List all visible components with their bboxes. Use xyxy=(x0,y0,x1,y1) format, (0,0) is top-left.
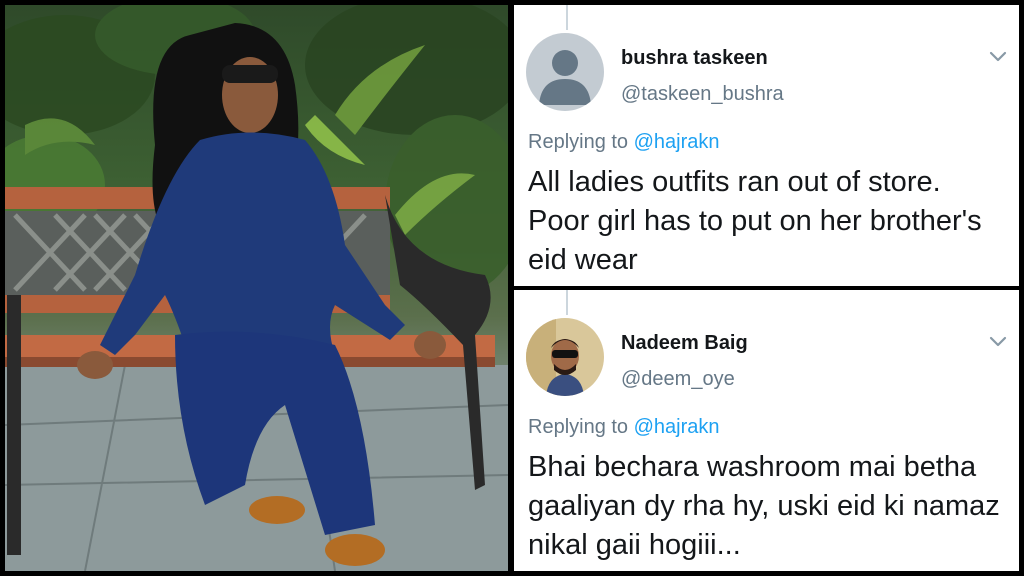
mention-link[interactable]: @hajrakn xyxy=(634,416,720,438)
tweet-text: All ladies outfits ran out of store. Poo… xyxy=(528,166,982,276)
thread-connector-line xyxy=(566,290,568,315)
tweet-card[interactable]: bushra taskeen @taskeen_bushra Replying … xyxy=(514,5,1019,286)
tweet-card[interactable]: Nadeem Baig @deem_oye Replying to @hajra… xyxy=(514,290,1019,571)
tweet-text: Bhai bechara washroom mai betha gaaliyan… xyxy=(528,451,1000,561)
replying-to-label: Replying to xyxy=(528,416,629,438)
replying-to-line: Replying to @hajrakn xyxy=(528,131,720,154)
chevron-down-icon[interactable] xyxy=(988,334,1008,350)
woman-on-bench-photo xyxy=(5,5,508,571)
user-handle[interactable]: @taskeen_bushra xyxy=(621,83,784,106)
replying-to-label: Replying to xyxy=(528,131,629,153)
display-name[interactable]: Nadeem Baig xyxy=(621,332,748,355)
display-name[interactable]: bushra taskeen xyxy=(621,47,768,70)
profile-photo-avatar[interactable] xyxy=(526,318,604,396)
sunglasses xyxy=(222,65,278,83)
photo-panel xyxy=(5,5,508,571)
default-avatar-icon[interactable] xyxy=(526,33,604,111)
replying-to-line: Replying to @hajrakn xyxy=(528,416,720,439)
mention-link[interactable]: @hajrakn xyxy=(634,131,720,153)
user-handle[interactable]: @deem_oye xyxy=(621,368,735,391)
thread-connector-line xyxy=(566,5,568,30)
chevron-down-icon[interactable] xyxy=(988,49,1008,65)
